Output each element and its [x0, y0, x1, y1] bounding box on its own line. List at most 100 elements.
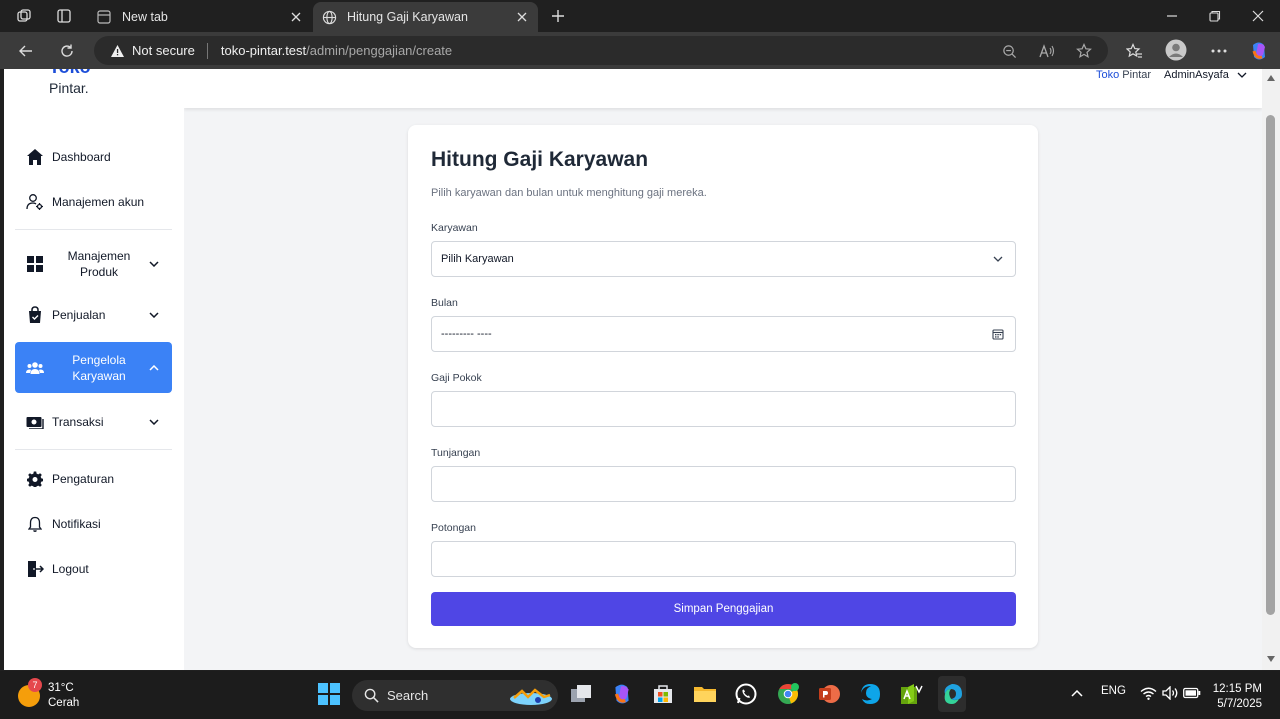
users-icon: [25, 358, 45, 378]
topbar-brand-blue: Toko: [1096, 69, 1120, 81]
new-tab-button[interactable]: [548, 6, 568, 26]
minimize-icon[interactable]: [1160, 4, 1184, 28]
tab-title: Hitung Gaji Karyawan: [347, 10, 468, 24]
bulan-month-input[interactable]: --------- ----: [431, 316, 1016, 352]
tab-new-tab[interactable]: New tab: [88, 2, 312, 32]
sidebar-item-pengelola-karyawan[interactable]: Pengelola Karyawan: [15, 342, 172, 393]
windows-start-icon[interactable]: [316, 681, 342, 707]
sidebar-item-manajemen-produk[interactable]: Manajemen Produk: [15, 246, 172, 282]
sidebar-item-label: Pengaturan: [52, 472, 115, 486]
refresh-icon[interactable]: [56, 40, 78, 62]
wifi-icon[interactable]: [1138, 683, 1158, 703]
warning-icon[interactable]: [110, 43, 126, 59]
sidebar-item-label: Manajemen akun: [52, 195, 145, 209]
clock-time: 12:15 PM: [1212, 683, 1262, 695]
search-highlight-icon: [508, 685, 554, 707]
sidebar-item-label: Dashboard: [52, 150, 111, 164]
gear-icon: [25, 469, 45, 489]
brand-logo-top: Toko: [49, 69, 91, 78]
user-menu[interactable]: AdminAsyafa: [1164, 69, 1247, 81]
close-tab-icon[interactable]: [512, 7, 532, 27]
page-title: Hitung Gaji Karyawan: [431, 148, 649, 171]
sidebar-item-transaksi[interactable]: Transaksi: [15, 412, 172, 432]
sidebar-item-logout[interactable]: Logout: [15, 559, 172, 579]
weather-widget[interactable]: 7 31°C Cerah: [18, 678, 79, 711]
taskbar-search[interactable]: Search: [352, 680, 558, 711]
tunjangan-input[interactable]: [431, 466, 1016, 502]
windows-taskbar: 7 31°C Cerah Search ENG 12:15 PM 5/7/202…: [0, 671, 1280, 719]
security-label: Not secure: [132, 43, 195, 58]
favorites-icon[interactable]: [1123, 40, 1145, 62]
sidebar-divider: [15, 229, 172, 230]
web-page: Toko Pintar AdminAsyafa Toko Pintar. Das…: [4, 69, 1262, 670]
sidebar-item-penjualan[interactable]: Penjualan: [15, 305, 172, 325]
language-indicator[interactable]: ENG: [1101, 685, 1126, 697]
potongan-input[interactable]: [431, 541, 1016, 577]
weather-temp: 31°C: [48, 682, 74, 694]
potongan-label: Potongan: [431, 522, 476, 534]
read-aloud-icon[interactable]: [1037, 41, 1057, 61]
profile-avatar[interactable]: [1165, 39, 1187, 61]
task-view-icon[interactable]: [568, 681, 594, 707]
favorite-star-icon[interactable]: [1074, 41, 1094, 61]
brand-logo: Pintar.: [49, 80, 89, 96]
gaji-pokok-input[interactable]: [431, 391, 1016, 427]
karyawan-select[interactable]: Pilih Karyawan: [431, 241, 1016, 277]
copilot-icon[interactable]: [1248, 40, 1270, 62]
copilot-app-icon[interactable]: [609, 681, 635, 707]
chevron-down-icon: [991, 252, 1005, 266]
browser-toolbar: Not secure toko-pintar.test /admin/pengg…: [0, 32, 1280, 69]
address-bar[interactable]: Not secure toko-pintar.test /admin/pengg…: [94, 36, 1108, 65]
page-scrollbar[interactable]: [1262, 69, 1280, 670]
close-tab-icon[interactable]: [286, 7, 306, 27]
restore-icon[interactable]: [1203, 4, 1227, 28]
simpan-penggajian-button[interactable]: Simpan Penggajian: [431, 592, 1016, 626]
new-tab-icon: [96, 9, 112, 25]
edge-active-icon[interactable]: [938, 676, 966, 712]
shopping-bag-icon: [25, 305, 45, 325]
chrome-icon[interactable]: [775, 681, 801, 707]
back-icon[interactable]: [15, 40, 37, 62]
gaji-pokok-label: Gaji Pokok: [431, 372, 482, 384]
file-explorer-icon[interactable]: [692, 681, 718, 707]
translator-icon[interactable]: [899, 681, 925, 707]
edge-dev-icon[interactable]: [857, 681, 883, 707]
user-cog-icon: [25, 192, 45, 212]
taskbar-clock[interactable]: 12:15 PM 5/7/2025: [1206, 682, 1262, 712]
zoom-icon[interactable]: [999, 41, 1019, 61]
sidebar-item-manajemen-akun[interactable]: Manajemen akun: [15, 192, 172, 212]
bulan-label: Bulan: [431, 297, 458, 309]
logout-icon: [25, 559, 45, 579]
sidebar-item-label: Penjualan: [52, 308, 106, 322]
page-topbar: Toko Pintar AdminAsyafa: [184, 69, 1262, 108]
page-subtitle: Pilih karyawan dan bulan untuk menghitun…: [431, 187, 707, 199]
bulan-input-value: --------- ----: [441, 328, 492, 340]
clock-date: 5/7/2025: [1217, 698, 1262, 710]
search-icon: [364, 688, 379, 703]
chevron-up-icon: [146, 360, 162, 376]
sidebar-item-pengaturan[interactable]: Pengaturan: [15, 469, 172, 489]
more-options-icon[interactable]: [1208, 40, 1230, 62]
sidebar: Toko Pintar. Dashboard Manajemen akun Ma…: [4, 69, 184, 670]
battery-icon[interactable]: [1182, 683, 1202, 703]
vertical-tabs-icon[interactable]: [54, 6, 74, 26]
scrollbar-thumb[interactable]: [1266, 115, 1275, 615]
payroll-form-card: Hitung Gaji Karyawan Pilih karyawan dan …: [408, 125, 1038, 648]
sidebar-item-notifikasi[interactable]: Notifikasi: [15, 514, 172, 534]
workspaces-icon[interactable]: [14, 6, 34, 26]
sidebar-divider: [15, 449, 172, 450]
powerpoint-icon[interactable]: [816, 681, 842, 707]
sidebar-item-dashboard[interactable]: Dashboard: [15, 147, 172, 167]
user-name: AdminAsyafa: [1164, 69, 1229, 81]
show-hidden-icons-chevron-up-icon[interactable]: [1068, 684, 1086, 702]
search-label: Search: [387, 688, 429, 703]
scroll-down-arrow-icon[interactable]: [1266, 654, 1276, 664]
calendar-icon[interactable]: [991, 327, 1005, 341]
close-window-icon[interactable]: [1246, 4, 1270, 28]
scroll-up-arrow-icon[interactable]: [1266, 73, 1276, 83]
tab-hitung-gaji[interactable]: Hitung Gaji Karyawan: [313, 2, 538, 32]
microsoft-store-icon[interactable]: [650, 681, 676, 707]
volume-icon[interactable]: [1160, 683, 1180, 703]
whatsapp-icon[interactable]: [733, 681, 759, 707]
chevron-down-icon: [146, 414, 162, 430]
